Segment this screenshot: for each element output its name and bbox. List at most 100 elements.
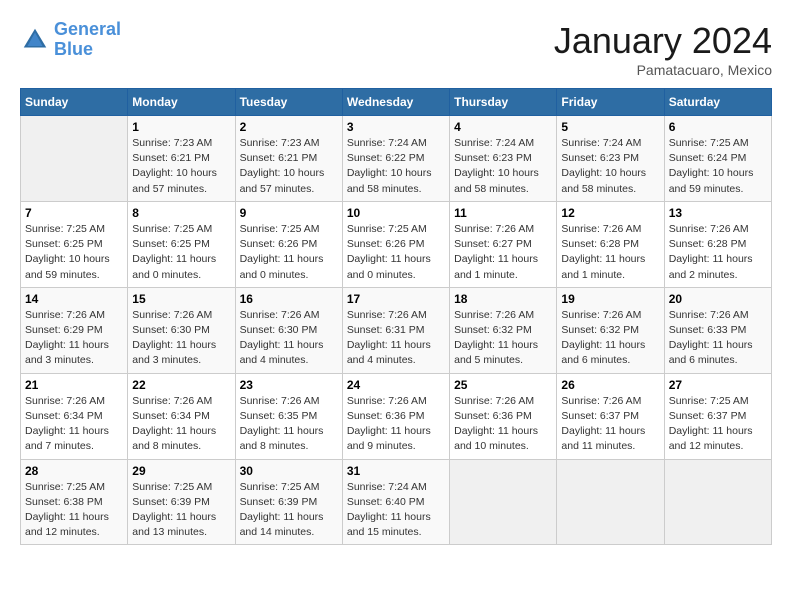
- day-number: 27: [669, 378, 767, 392]
- calendar-cell: 15 Sunrise: 7:26 AM Sunset: 6:30 PM Dayli…: [128, 287, 235, 373]
- location-subtitle: Pamatacuaro, Mexico: [554, 62, 772, 78]
- weekday-header-thursday: Thursday: [450, 89, 557, 116]
- day-info: Sunrise: 7:26 AM Sunset: 6:37 PM Dayligh…: [561, 394, 659, 455]
- day-info: Sunrise: 7:25 AM Sunset: 6:25 PM Dayligh…: [132, 222, 230, 283]
- calendar-week-1: 1 Sunrise: 7:23 AM Sunset: 6:21 PM Daylig…: [21, 116, 772, 202]
- calendar-cell: 11 Sunrise: 7:26 AM Sunset: 6:27 PM Dayli…: [450, 201, 557, 287]
- day-number: 16: [240, 292, 338, 306]
- day-number: 29: [132, 464, 230, 478]
- logo-line2: Blue: [54, 39, 93, 59]
- day-info: Sunrise: 7:26 AM Sunset: 6:35 PM Dayligh…: [240, 394, 338, 455]
- calendar-cell: 10 Sunrise: 7:25 AM Sunset: 6:26 PM Dayli…: [342, 201, 449, 287]
- calendar-cell: 8Sunrise: 7:25 AM Sunset: 6:25 PM Daylig…: [128, 201, 235, 287]
- calendar-body: 1 Sunrise: 7:23 AM Sunset: 6:21 PM Daylig…: [21, 116, 772, 545]
- logo: General Blue: [20, 20, 121, 60]
- day-number: 13: [669, 206, 767, 220]
- calendar-week-5: 28 Sunrise: 7:25 AM Sunset: 6:38 PM Dayli…: [21, 459, 772, 545]
- weekday-header-saturday: Saturday: [664, 89, 771, 116]
- calendar-table: SundayMondayTuesdayWednesdayThursdayFrid…: [20, 88, 772, 545]
- calendar-cell: 26 Sunrise: 7:26 AM Sunset: 6:37 PM Dayli…: [557, 373, 664, 459]
- day-info: Sunrise: 7:24 AM Sunset: 6:23 PM Dayligh…: [561, 136, 659, 197]
- calendar-cell: [450, 459, 557, 545]
- day-number: 11: [454, 206, 552, 220]
- weekday-header-wednesday: Wednesday: [342, 89, 449, 116]
- calendar-cell: [557, 459, 664, 545]
- calendar-cell: 5 Sunrise: 7:24 AM Sunset: 6:23 PM Daylig…: [557, 116, 664, 202]
- day-info: Sunrise: 7:25 AM Sunset: 6:37 PM Dayligh…: [669, 394, 767, 455]
- day-number: 12: [561, 206, 659, 220]
- day-info: Sunrise: 7:26 AM Sunset: 6:32 PM Dayligh…: [454, 308, 552, 369]
- day-info: Sunrise: 7:26 AM Sunset: 6:30 PM Dayligh…: [132, 308, 230, 369]
- day-number: 4: [454, 120, 552, 134]
- weekday-header-sunday: Sunday: [21, 89, 128, 116]
- calendar-cell: 24 Sunrise: 7:26 AM Sunset: 6:36 PM Dayli…: [342, 373, 449, 459]
- logo-line1: General: [54, 19, 121, 39]
- day-info: Sunrise: 7:26 AM Sunset: 6:33 PM Dayligh…: [669, 308, 767, 369]
- calendar-cell: 7Sunrise: 7:25 AM Sunset: 6:25 PM Daylig…: [21, 201, 128, 287]
- day-info: Sunrise: 7:25 AM Sunset: 6:25 PM Dayligh…: [25, 222, 123, 283]
- logo-text: General Blue: [54, 20, 121, 60]
- day-number: 9: [240, 206, 338, 220]
- title-block: January 2024 Pamatacuaro, Mexico: [554, 20, 772, 78]
- day-number: 18: [454, 292, 552, 306]
- calendar-week-4: 21 Sunrise: 7:26 AM Sunset: 6:34 PM Dayli…: [21, 373, 772, 459]
- day-number: 6: [669, 120, 767, 134]
- day-number: 23: [240, 378, 338, 392]
- day-info: Sunrise: 7:26 AM Sunset: 6:29 PM Dayligh…: [25, 308, 123, 369]
- day-number: 10: [347, 206, 445, 220]
- calendar-week-3: 14Sunrise: 7:26 AM Sunset: 6:29 PM Dayli…: [21, 287, 772, 373]
- day-number: 19: [561, 292, 659, 306]
- day-number: 24: [347, 378, 445, 392]
- day-info: Sunrise: 7:25 AM Sunset: 6:39 PM Dayligh…: [240, 480, 338, 541]
- day-info: Sunrise: 7:25 AM Sunset: 6:24 PM Dayligh…: [669, 136, 767, 197]
- weekday-header-monday: Monday: [128, 89, 235, 116]
- day-number: 31: [347, 464, 445, 478]
- calendar-cell: 29Sunrise: 7:25 AM Sunset: 6:39 PM Dayli…: [128, 459, 235, 545]
- day-number: 20: [669, 292, 767, 306]
- day-info: Sunrise: 7:26 AM Sunset: 6:30 PM Dayligh…: [240, 308, 338, 369]
- calendar-cell: [664, 459, 771, 545]
- day-number: 2: [240, 120, 338, 134]
- day-number: 1: [132, 120, 230, 134]
- calendar-cell: 18 Sunrise: 7:26 AM Sunset: 6:32 PM Dayli…: [450, 287, 557, 373]
- day-info: Sunrise: 7:26 AM Sunset: 6:27 PM Dayligh…: [454, 222, 552, 283]
- calendar-cell: 12 Sunrise: 7:26 AM Sunset: 6:28 PM Dayli…: [557, 201, 664, 287]
- day-info: Sunrise: 7:26 AM Sunset: 6:34 PM Dayligh…: [132, 394, 230, 455]
- day-info: Sunrise: 7:24 AM Sunset: 6:40 PM Dayligh…: [347, 480, 445, 541]
- day-info: Sunrise: 7:26 AM Sunset: 6:28 PM Dayligh…: [669, 222, 767, 283]
- calendar-cell: 23 Sunrise: 7:26 AM Sunset: 6:35 PM Dayli…: [235, 373, 342, 459]
- calendar-cell: 27 Sunrise: 7:25 AM Sunset: 6:37 PM Dayli…: [664, 373, 771, 459]
- page-header: General Blue January 2024 Pamatacuaro, M…: [20, 20, 772, 78]
- calendar-cell: 28 Sunrise: 7:25 AM Sunset: 6:38 PM Dayli…: [21, 459, 128, 545]
- day-info: Sunrise: 7:26 AM Sunset: 6:28 PM Dayligh…: [561, 222, 659, 283]
- calendar-cell: 2 Sunrise: 7:23 AM Sunset: 6:21 PM Daylig…: [235, 116, 342, 202]
- day-info: Sunrise: 7:24 AM Sunset: 6:23 PM Dayligh…: [454, 136, 552, 197]
- weekday-header-tuesday: Tuesday: [235, 89, 342, 116]
- day-number: 21: [25, 378, 123, 392]
- calendar-cell: 4 Sunrise: 7:24 AM Sunset: 6:23 PM Daylig…: [450, 116, 557, 202]
- day-info: Sunrise: 7:26 AM Sunset: 6:34 PM Dayligh…: [25, 394, 123, 455]
- day-number: 30: [240, 464, 338, 478]
- calendar-cell: 22 Sunrise: 7:26 AM Sunset: 6:34 PM Dayli…: [128, 373, 235, 459]
- day-number: 3: [347, 120, 445, 134]
- calendar-cell: [21, 116, 128, 202]
- day-info: Sunrise: 7:23 AM Sunset: 6:21 PM Dayligh…: [240, 136, 338, 197]
- calendar-cell: 30 Sunrise: 7:25 AM Sunset: 6:39 PM Dayli…: [235, 459, 342, 545]
- day-info: Sunrise: 7:25 AM Sunset: 6:38 PM Dayligh…: [25, 480, 123, 541]
- calendar-header-row: SundayMondayTuesdayWednesdayThursdayFrid…: [21, 89, 772, 116]
- day-number: 5: [561, 120, 659, 134]
- calendar-cell: 31 Sunrise: 7:24 AM Sunset: 6:40 PM Dayli…: [342, 459, 449, 545]
- day-number: 25: [454, 378, 552, 392]
- weekday-header-friday: Friday: [557, 89, 664, 116]
- calendar-cell: 3Sunrise: 7:24 AM Sunset: 6:22 PM Daylig…: [342, 116, 449, 202]
- day-info: Sunrise: 7:26 AM Sunset: 6:36 PM Dayligh…: [347, 394, 445, 455]
- day-number: 28: [25, 464, 123, 478]
- day-info: Sunrise: 7:25 AM Sunset: 6:26 PM Dayligh…: [347, 222, 445, 283]
- month-title: January 2024: [554, 20, 772, 62]
- day-number: 15: [132, 292, 230, 306]
- day-number: 26: [561, 378, 659, 392]
- calendar-cell: 25Sunrise: 7:26 AM Sunset: 6:36 PM Dayli…: [450, 373, 557, 459]
- calendar-cell: 16 Sunrise: 7:26 AM Sunset: 6:30 PM Dayli…: [235, 287, 342, 373]
- calendar-cell: 17Sunrise: 7:26 AM Sunset: 6:31 PM Dayli…: [342, 287, 449, 373]
- day-number: 22: [132, 378, 230, 392]
